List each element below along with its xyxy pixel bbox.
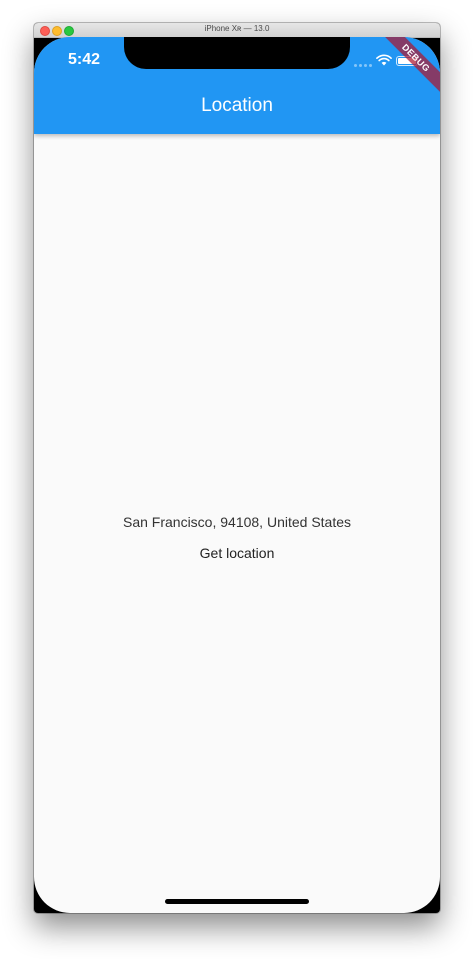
page-title: Location bbox=[201, 95, 273, 116]
window-title: iPhone Xʀ — 13.0 bbox=[204, 24, 270, 33]
get-location-button[interactable]: Get location bbox=[187, 537, 287, 569]
signal-dots-icon bbox=[354, 64, 374, 67]
simulator-window: iPhone Xʀ — 13.0 5:42 Location DEBUG San… bbox=[34, 23, 440, 913]
wifi-icon bbox=[376, 54, 392, 66]
device-notch bbox=[124, 37, 350, 69]
window-titlebar: iPhone Xʀ — 13.0 bbox=[34, 23, 440, 38]
location-text: San Francisco, 94108, United States bbox=[122, 514, 352, 530]
status-time: 5:42 bbox=[68, 51, 101, 68]
app-bar: 5:42 Location bbox=[34, 37, 440, 134]
home-indicator[interactable] bbox=[165, 899, 309, 904]
device-screen: 5:42 Location DEBUG San Francisco, 94108… bbox=[34, 37, 440, 913]
